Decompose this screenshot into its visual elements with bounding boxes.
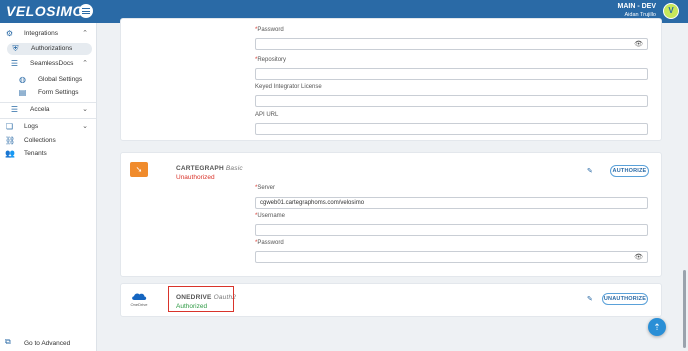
password-label: *Password	[255, 240, 284, 246]
list-icon: ☰	[10, 59, 19, 68]
sidebar-item-integrations[interactable]: ⚙ Integrations ⌃	[0, 28, 97, 40]
cartegraph-card: ➘ CARTEGRAPH Basic Unauthorized ✎ AUTHOR…	[120, 152, 662, 277]
api-url-label: API URL	[255, 112, 279, 118]
eye-icon[interactable]: 👁	[634, 253, 643, 262]
shield-icon: ⛨	[12, 44, 19, 53]
api-url-field[interactable]	[255, 123, 648, 135]
username-label: *Username	[255, 213, 286, 219]
sidebar-item-form-settings[interactable]: ▤ Form Settings	[0, 87, 97, 99]
unauthorize-button[interactable]: UNAUTHORIZE	[602, 293, 648, 305]
edit-icon[interactable]: ✎	[587, 295, 593, 303]
onedrive-logo-label: OneDrive	[130, 302, 148, 307]
external-link-icon: ⧉	[5, 337, 11, 346]
logs-icon: ❏	[5, 122, 14, 131]
avatar[interactable]: V	[663, 3, 679, 19]
edit-icon[interactable]: ✎	[587, 167, 593, 175]
password-label: *Password	[255, 27, 284, 33]
menu-icon[interactable]	[79, 4, 93, 18]
sidebar-item-tenants[interactable]: 👥 Tenants	[0, 148, 97, 160]
sidebar-item-collections[interactable]: ⛓ Collections	[0, 135, 97, 147]
username-field[interactable]	[255, 224, 648, 236]
sidebar-item-label: Collections	[24, 137, 56, 144]
scroll-top-button[interactable]: ⇡	[648, 318, 666, 336]
repository-label: *Repository	[255, 57, 287, 63]
keyed-license-label: Keyed Integrator License	[255, 84, 322, 90]
server-label: *Server	[255, 185, 276, 191]
keyed-license-field[interactable]	[255, 95, 648, 107]
sidebar-item-label: Global Settings	[38, 76, 83, 83]
cartegraph-status: Unauthorized	[176, 174, 215, 181]
sidebar-item-label: SeamlessDocs	[30, 60, 74, 67]
onedrive-logo: OneDrive	[129, 292, 149, 308]
sidebar-item-authorizations[interactable]: ⛨ Authorizations	[7, 43, 92, 55]
chevron-up-icon: ⌃	[82, 60, 88, 67]
arrow-up-icon: ⇡	[653, 322, 661, 332]
authorize-button[interactable]: AUTHORIZE	[610, 165, 649, 177]
sidebar-item-logs[interactable]: ❏ Logs ⌄	[0, 121, 97, 133]
password-field[interactable]: 👁	[255, 38, 648, 50]
sidebar-item-seamlessdocs[interactable]: ☰ SeamlessDocs ⌃	[0, 58, 97, 70]
environment-name: MAIN - DEV	[617, 3, 657, 10]
cartegraph-logo-icon: ➘	[130, 162, 148, 177]
sidebar: ⚙ Integrations ⌃ ⛨ Authorizations ☰ Seam…	[0, 23, 97, 351]
velosimo-logo[interactable]: VELOSIMO	[6, 3, 84, 19]
password-field[interactable]: 👁	[255, 251, 648, 263]
sidebar-divider	[0, 118, 96, 119]
users-icon: 👥	[5, 149, 15, 158]
sidebar-item-label: Accela	[30, 106, 50, 113]
sidebar-item-global-settings[interactable]: ◍ Global Settings	[0, 74, 97, 86]
sidebar-item-label: Logs	[24, 123, 39, 130]
gear-icon: ⚙	[5, 29, 14, 38]
cartegraph-name: CARTEGRAPH Basic	[176, 165, 243, 172]
server-field[interactable]: cgweb01.cartegraphoms.com/velosimo	[255, 197, 648, 209]
chevron-up-icon: ⌃	[82, 30, 88, 37]
cloud-icon	[132, 293, 147, 300]
sidebar-divider	[0, 102, 96, 103]
highlight-annotation	[168, 286, 234, 312]
document-icon: ▤	[18, 88, 27, 97]
scrollbar[interactable]	[683, 270, 686, 348]
list-icon: ☰	[10, 105, 19, 114]
sidebar-item-label: Authorizations	[31, 45, 73, 52]
sidebar-item-label: Integrations	[24, 30, 58, 37]
link-icon: ⛓	[5, 136, 16, 145]
globe-icon: ◍	[19, 75, 26, 84]
chevron-down-icon: ⌄	[82, 106, 88, 113]
sidebar-item-label: Form Settings	[38, 89, 79, 96]
eye-icon[interactable]: 👁	[634, 40, 643, 49]
go-to-advanced-label: Go to Advanced	[24, 340, 71, 347]
go-to-advanced-link[interactable]: ⧉ Go to Advanced	[0, 337, 97, 349]
sidebar-item-label: Tenants	[24, 150, 47, 157]
repository-field[interactable]	[255, 68, 648, 80]
integration-card-top: *Password 👁 *Repository Keyed Integrator…	[120, 18, 662, 141]
chevron-down-icon: ⌄	[82, 123, 88, 130]
sidebar-item-accela[interactable]: ☰ Accela ⌄	[0, 104, 97, 116]
